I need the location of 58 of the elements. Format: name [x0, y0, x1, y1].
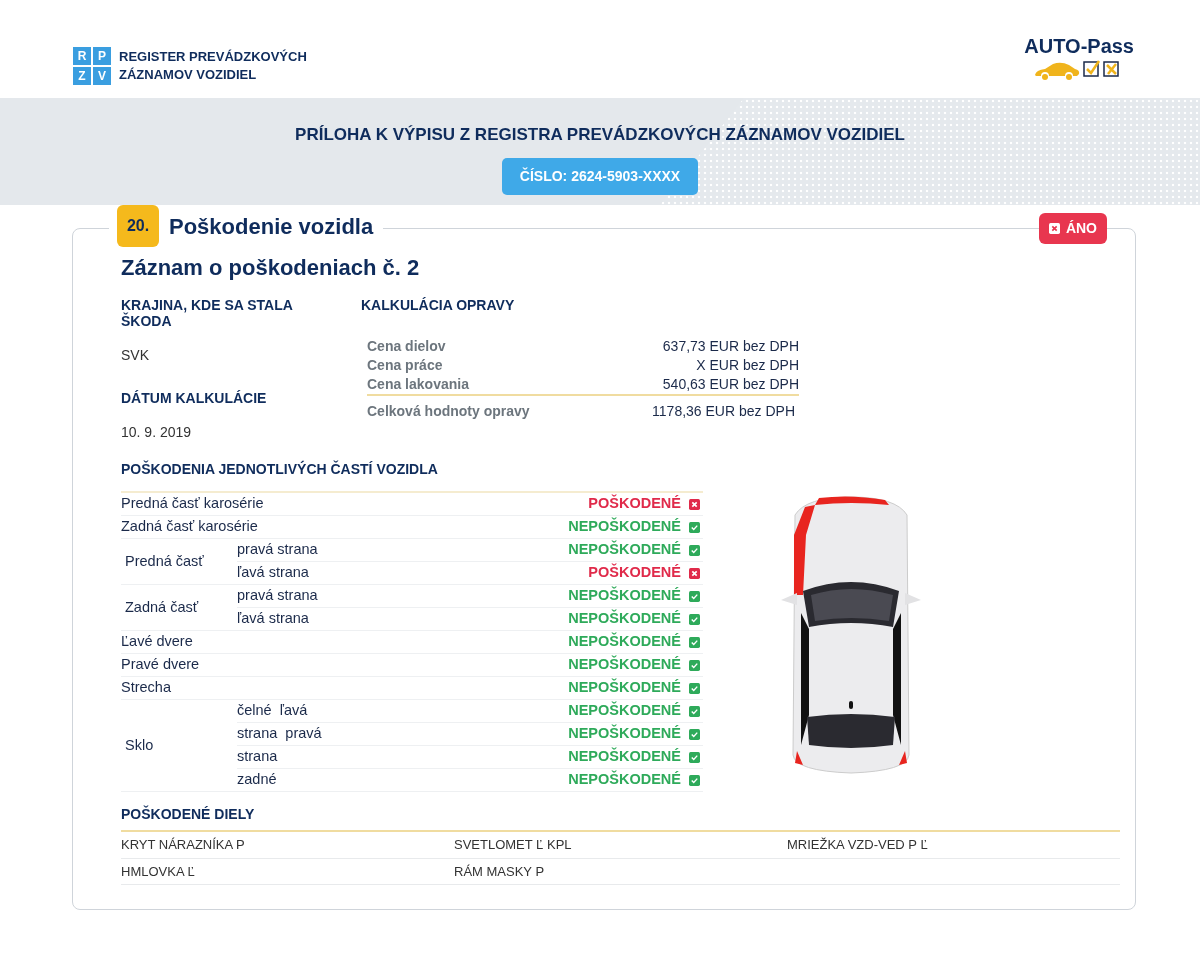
status-text: POŠKODENÉ: [423, 492, 689, 516]
section-label: POŠKODENÉ DIELY: [121, 806, 256, 823]
total-value: 1178,36 EUR bez DPH: [593, 395, 799, 422]
field-label: DÁTUM KALKULÁCIE: [121, 390, 268, 407]
status-text: NEPOŠKODENÉ: [423, 584, 689, 608]
part-label: Predná časť: [124, 552, 204, 569]
brand-name: AUTO-Pass: [1024, 34, 1134, 58]
part-side-label: zadné: [237, 771, 277, 788]
section-label: POŠKODENIA JEDNOTLIVÝCH ČASTÍ VOZIDLA: [121, 461, 439, 478]
part-side-label: ľavá strana: [237, 610, 309, 627]
part-name: MRIEŽKA VZD-VED P Ľ: [787, 837, 928, 853]
section-title: Poškodenie vozidla: [169, 212, 374, 241]
cost-label: Cena lakovania: [367, 375, 594, 396]
part-label: Zadná časť: [124, 598, 199, 615]
field-value: SVK: [121, 346, 150, 366]
section-number: 20.: [117, 205, 159, 247]
status-text: NEPOŠKODENÉ: [423, 745, 689, 769]
status-text: NEPOŠKODENÉ: [423, 607, 689, 631]
part-side-label: pravá strana: [237, 541, 318, 558]
part-label: Ľavé dvere: [121, 633, 193, 650]
cost-value: X EUR bez DPH: [695, 356, 799, 376]
part-label: Strecha: [121, 679, 171, 696]
part-name: KRYT NÁRAZNÍKA P: [121, 837, 245, 853]
field-label: KRAJINA, KDE SA STALA ŠKODA: [121, 297, 294, 330]
logo-text: REGISTER PREVÁDZKOVÝCH ZÁZNAMOV VOZIDIEL: [119, 48, 307, 84]
cross-icon: [1048, 223, 1060, 234]
status-text: NEPOŠKODENÉ: [423, 722, 689, 746]
part-label: Zadná časť karosérie: [121, 518, 258, 535]
part-label: Predná časť karosérie: [121, 495, 264, 512]
status-label: ÁNO: [1038, 213, 1107, 244]
status-text: NEPOŠKODENÉ: [423, 653, 689, 677]
cost-value: 637,73 EUR bez DPH: [661, 337, 799, 357]
field-value: 10. 9. 2019: [121, 423, 193, 443]
part-side-label: ľavá strana: [237, 564, 309, 581]
record-title: Záznam o poškodeniach č. 2: [121, 255, 421, 282]
total-label: Celková hodnoty opravy: [367, 395, 594, 422]
part-side-label: pravá strana: [237, 587, 318, 604]
status-text: NEPOŠKODENÉ: [423, 630, 689, 654]
cost-value: 540,63 EUR bez DPH: [593, 375, 799, 396]
status-text: NEPOŠKODENÉ: [423, 676, 689, 700]
part-name: HMLOVKA Ľ: [121, 863, 195, 879]
part-side-label: čelné ľavá: [237, 702, 308, 719]
status-text: NEPOŠKODENÉ: [423, 538, 689, 562]
part-name: SVETLOMET Ľ KPL: [454, 837, 572, 853]
banner-title: PRÍLOHA K VÝPISU Z REGISTRA PREVÁDZKOVÝCH ZÁZNAMOV VOZIDIEL: [295, 124, 905, 146]
status-text: POŠKODENÉ: [423, 561, 689, 585]
part-side-label: strana: [237, 748, 278, 765]
part-side-label: strana pravá: [237, 725, 322, 742]
status-text: NEPOŠKODENÉ: [423, 699, 689, 723]
part-label: Sklo: [124, 736, 154, 753]
cost-label: Cena dielov: [367, 337, 447, 357]
status-text: NEPOŠKODENÉ: [423, 768, 689, 792]
number-label: ČÍSLO: 2624-5903-XXXX: [501, 157, 699, 195]
part-label: Pravé dvere: [121, 656, 200, 673]
status-text: NEPOŠKODENÉ: [423, 515, 689, 539]
cost-label: Cena práce: [367, 356, 444, 376]
field-label: KALKULÁCIA OPRAVY: [361, 297, 516, 314]
part-name: RÁM MASKY P: [454, 863, 545, 879]
